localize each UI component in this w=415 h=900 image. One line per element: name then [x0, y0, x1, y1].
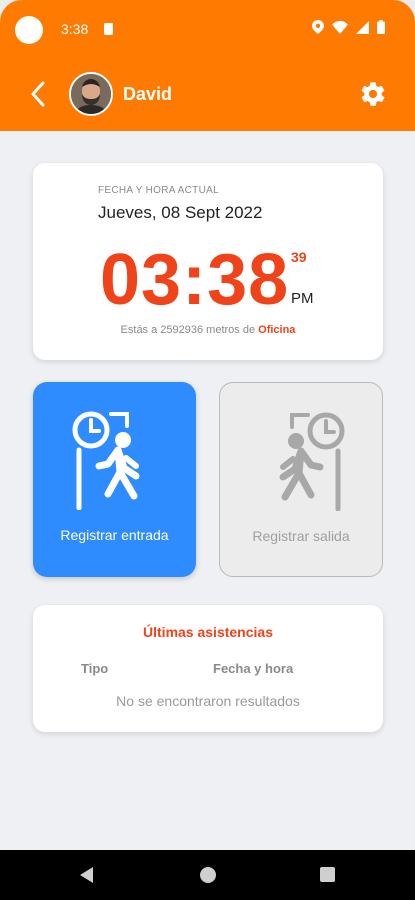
- clock-card: FECHA Y HORA ACTUAL Jueves, 08 Sept 2022…: [33, 163, 383, 360]
- check-out-button[interactable]: Registrar salida: [219, 382, 383, 577]
- location-icon: [312, 20, 324, 34]
- date-caption: FECHA Y HORA ACTUAL: [98, 185, 219, 196]
- check-in-button[interactable]: Registrar entrada: [33, 382, 196, 577]
- user-name: David: [123, 84, 173, 104]
- time-period: PM: [291, 290, 314, 307]
- current-date: Jueves, 08 Sept 2022: [98, 203, 263, 222]
- column-header-datetime: Fecha y hora: [213, 661, 294, 676]
- sim-icon: [104, 23, 113, 35]
- nav-back-button[interactable]: [80, 867, 93, 883]
- avatar[interactable]: [69, 72, 113, 116]
- current-time: 03:38: [100, 240, 290, 320]
- check-in-label: Registrar entrada: [60, 527, 169, 543]
- column-header-type: Tipo: [81, 661, 109, 676]
- distance-text: Estás a 2592936 metros de: [120, 324, 259, 336]
- settings-gear-icon: [361, 82, 385, 106]
- nav-recents-button[interactable]: [320, 867, 335, 882]
- signal-icon: [356, 20, 369, 34]
- wifi-icon: [332, 20, 348, 34]
- distance-info: Estás a 2592936 metros de Oficina: [33, 324, 383, 336]
- attendance-empty-message: No se encontraron resultados: [116, 693, 300, 709]
- status-icons: [312, 20, 385, 34]
- back-button[interactable]: [26, 76, 50, 112]
- attendance-title: Últimas asistencias: [143, 624, 273, 640]
- status-bar: 3:38: [0, 0, 415, 58]
- battery-icon: [377, 20, 385, 34]
- user-photo-icon: [71, 74, 111, 114]
- status-time: 3:38: [61, 21, 89, 37]
- camera-dot-icon: [15, 16, 43, 44]
- clock-walk-out-icon: [279, 412, 345, 511]
- app-bar: David: [0, 58, 415, 131]
- attendance-card: Últimas asistencias Tipo Fecha y hora No…: [33, 605, 383, 732]
- header: 3:38 David: [0, 0, 415, 131]
- current-seconds: 39: [291, 249, 307, 265]
- distance-place: Oficina: [258, 324, 296, 336]
- system-nav-bar: [0, 850, 415, 900]
- check-out-label: Registrar salida: [252, 528, 350, 544]
- phone-screen: 3:38 David FECHA Y HORA ACTUAL Jueves, 0…: [0, 0, 415, 900]
- settings-button[interactable]: [359, 80, 387, 108]
- back-arrow-icon: [31, 81, 45, 107]
- clock-walk-in-icon: [72, 411, 140, 510]
- nav-home-button[interactable]: [200, 867, 216, 883]
